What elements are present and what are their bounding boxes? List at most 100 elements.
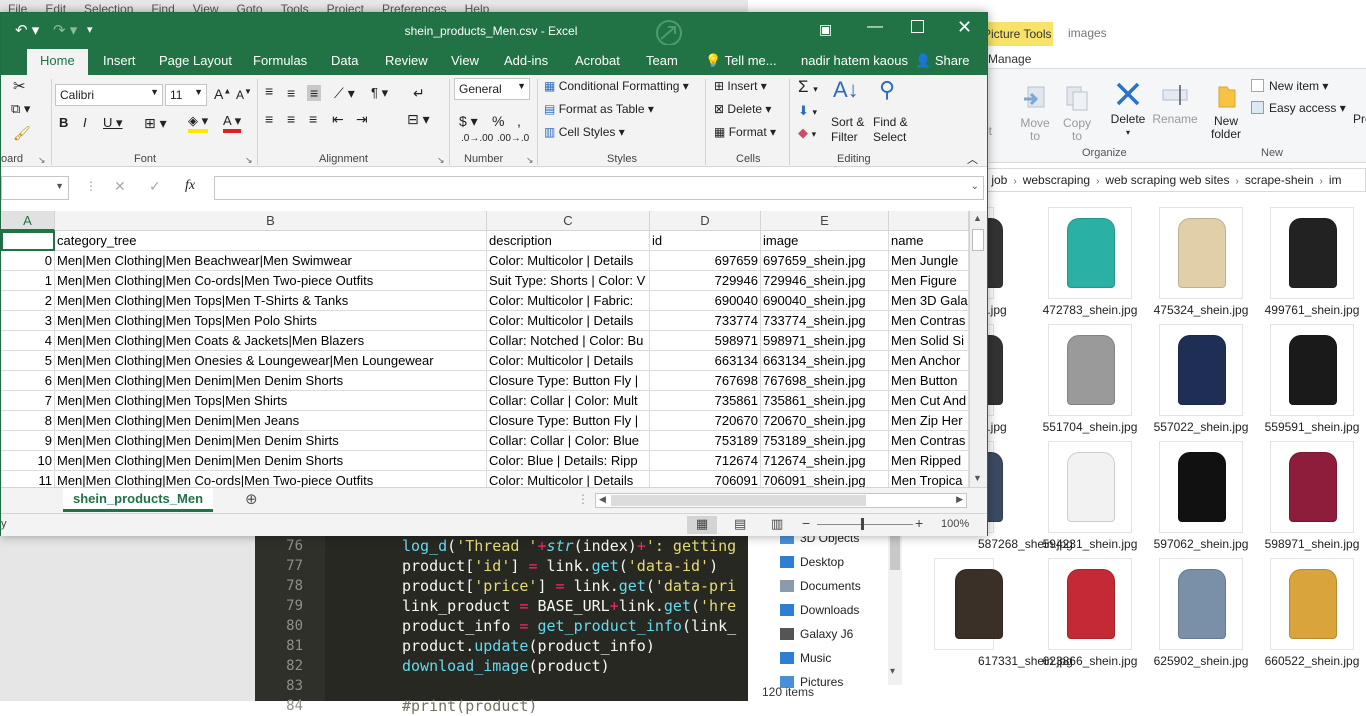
copy-to-button[interactable]: Copy to xyxy=(1059,83,1095,143)
column-header[interactable]: C xyxy=(487,211,650,231)
breadcrumb-item[interactable]: webscraping xyxy=(1023,169,1090,191)
align-left-icon[interactable]: ≡ xyxy=(265,111,273,127)
fill-color-icon[interactable]: ◈ ▾ xyxy=(188,113,209,133)
table-cell[interactable]: Collar: Collar | Color: Blue xyxy=(487,431,650,451)
table-cell[interactable]: Men|Men Clothing|Men Tops|Men Polo Shirt… xyxy=(55,311,487,331)
align-center-icon[interactable]: ≡ xyxy=(287,111,295,127)
ribbon-tab[interactable]: 👤 Share xyxy=(915,53,970,69)
file-thumbnail[interactable]: 551704_shein.jpg xyxy=(1036,324,1144,441)
ribbon-tab[interactable]: Add-ins xyxy=(504,53,548,68)
page-layout-view-icon[interactable]: ▤ xyxy=(734,516,746,532)
currency-icon[interactable]: $ ▾ xyxy=(459,113,478,130)
breadcrumb-item[interactable]: im xyxy=(1329,169,1342,191)
table-cell[interactable]: 735861 xyxy=(650,391,761,411)
new-item-button[interactable]: New item ▾ xyxy=(1251,79,1328,93)
format-cells-button[interactable]: ▦ Format ▾ xyxy=(714,125,776,139)
file-thumbnail[interactable]: 499761_shein.jpg xyxy=(1258,207,1366,324)
row-index-cell[interactable]: 9 xyxy=(1,431,55,451)
table-cell[interactable]: 663134 xyxy=(650,351,761,371)
vertical-scroll-thumb[interactable] xyxy=(972,229,984,251)
nav-item[interactable]: Documents xyxy=(780,576,861,596)
orientation-icon[interactable]: ⟋ ▾ xyxy=(334,85,355,102)
table-cell[interactable]: 598971_shein.jpg xyxy=(761,331,889,351)
autosum-icon[interactable]: Σ ▾ xyxy=(798,77,818,97)
clear-icon[interactable]: ◆ ▾ xyxy=(798,125,816,141)
increase-font-icon[interactable]: A▲ xyxy=(214,86,231,102)
top-align-icon[interactable]: ≡ xyxy=(265,83,273,99)
cut-icon[interactable]: ✂ xyxy=(13,77,26,95)
table-cell[interactable]: Men Zip Her xyxy=(889,411,969,431)
column-header[interactable]: D xyxy=(650,211,761,231)
code-line[interactable]: link_product = BASE_URL+link.get('hre xyxy=(402,596,736,616)
table-cell[interactable]: Men|Men Clothing|Men Denim|Men Denim Sho… xyxy=(55,371,487,391)
align-right-icon[interactable]: ≡ xyxy=(309,111,317,127)
conditional-formatting-button[interactable]: ▦ Conditional Formatting ▾ xyxy=(544,79,689,93)
table-cell[interactable]: 720670_shein.jpg xyxy=(761,411,889,431)
font-size-select[interactable]: 11 ▼ xyxy=(165,84,207,106)
file-thumbnail[interactable]: 660522_shein.jpg xyxy=(1258,558,1366,675)
ribbon-tab[interactable]: Review xyxy=(385,53,428,68)
table-cell[interactable]: Men Button xyxy=(889,371,969,391)
table-cell[interactable]: Men Contras xyxy=(889,431,969,451)
table-cell[interactable]: Men Figure xyxy=(889,271,969,291)
tab-home[interactable]: Home xyxy=(27,49,88,75)
nav-scrollbar[interactable]: ▾ xyxy=(888,530,902,685)
table-cell[interactable]: Color: Multicolor | Details xyxy=(487,471,650,487)
zoom-slider-thumb[interactable] xyxy=(861,518,864,530)
collapse-ribbon-icon[interactable]: ︿ xyxy=(967,151,978,167)
font-color-icon[interactable]: A ▾ xyxy=(223,113,242,133)
row-index-cell[interactable]: 7 xyxy=(1,391,55,411)
table-cell[interactable]: Men|Men Clothing|Men Tops|Men T-Shirts &… xyxy=(55,291,487,311)
bold-icon[interactable]: B xyxy=(59,115,68,130)
ribbon-tab[interactable]: Team xyxy=(646,53,678,68)
ribbon-tab[interactable]: Insert xyxy=(103,53,136,68)
ribbon-tab[interactable]: Page Layout xyxy=(159,53,232,68)
table-cell[interactable]: 735861_shein.jpg xyxy=(761,391,889,411)
normal-view-icon[interactable]: ▦ xyxy=(687,516,717,534)
breadcrumb-item[interactable]: scrape-shein xyxy=(1245,169,1314,191)
scroll-right-icon[interactable]: ▶ xyxy=(956,494,963,505)
table-cell[interactable]: Men Ripped xyxy=(889,451,969,471)
increase-decimal-icon[interactable]: .0→.00 xyxy=(461,133,493,144)
table-cell[interactable]: 729946 xyxy=(650,271,761,291)
table-cell[interactable]: 767698 xyxy=(650,371,761,391)
column-header[interactable]: B xyxy=(55,211,487,231)
delete-button[interactable]: Delete ▾ xyxy=(1108,79,1148,139)
row-index-cell[interactable]: 5 xyxy=(1,351,55,371)
cell-styles-button[interactable]: ▥ Cell Styles ▾ xyxy=(544,125,625,139)
table-cell[interactable]: 706091_shein.jpg xyxy=(761,471,889,487)
wrap-text-icon[interactable]: ↵ xyxy=(413,85,425,102)
table-cell[interactable]: Closure Type: Button Fly | xyxy=(487,411,650,431)
new-sheet-icon[interactable]: ⊕ xyxy=(245,490,258,508)
table-cell[interactable]: Men Contras xyxy=(889,311,969,331)
row-index-cell[interactable]: 3 xyxy=(1,311,55,331)
minimize-icon[interactable]: — xyxy=(867,18,883,36)
table-cell[interactable]: 663134_shein.jpg xyxy=(761,351,889,371)
table-cell[interactable]: Collar: Notched | Color: Bu xyxy=(487,331,650,351)
close-icon[interactable]: ✕ xyxy=(957,17,972,38)
table-cell[interactable]: Color: Blue | Details: Ripp xyxy=(487,451,650,471)
table-cell[interactable]: 720670 xyxy=(650,411,761,431)
breadcrumb-item[interactable]: web scraping web sites xyxy=(1105,169,1229,191)
number-launcher-icon[interactable]: ↘ xyxy=(526,155,534,166)
table-cell[interactable]: Closure Type: Button Fly | xyxy=(487,371,650,391)
code-line[interactable]: #print(product) xyxy=(402,696,537,716)
header-cell[interactable]: description xyxy=(487,231,650,251)
row-index-cell[interactable]: 8 xyxy=(1,411,55,431)
file-thumbnail[interactable]: 598971_shein.jpg xyxy=(1258,441,1366,558)
ribbon-tab[interactable]: Acrobat xyxy=(575,53,620,68)
column-header[interactable]: A xyxy=(1,211,55,231)
alignment-launcher-icon[interactable]: ↘ xyxy=(437,155,445,166)
table-cell[interactable]: Men|Men Clothing|Men Onesies & Loungewea… xyxy=(55,351,487,371)
horizontal-scroll-thumb[interactable] xyxy=(611,495,866,506)
undo-icon[interactable]: ↶ ▾ xyxy=(15,21,39,39)
middle-align-icon[interactable]: ≡ xyxy=(287,85,295,101)
fill-icon[interactable]: ⬇ ▾ xyxy=(798,103,817,119)
italic-icon[interactable]: I xyxy=(83,115,87,130)
ribbon-tab[interactable]: View xyxy=(451,53,479,68)
scroll-left-icon[interactable]: ◀ xyxy=(599,494,606,505)
nav-scroll-down-icon[interactable]: ▾ xyxy=(890,666,895,677)
properties-button[interactable]: Pro xyxy=(1353,113,1366,126)
find-select-button[interactable]: Find & Select xyxy=(873,115,917,145)
file-thumbnail[interactable]: 597062_shein.jpg xyxy=(1147,441,1255,558)
